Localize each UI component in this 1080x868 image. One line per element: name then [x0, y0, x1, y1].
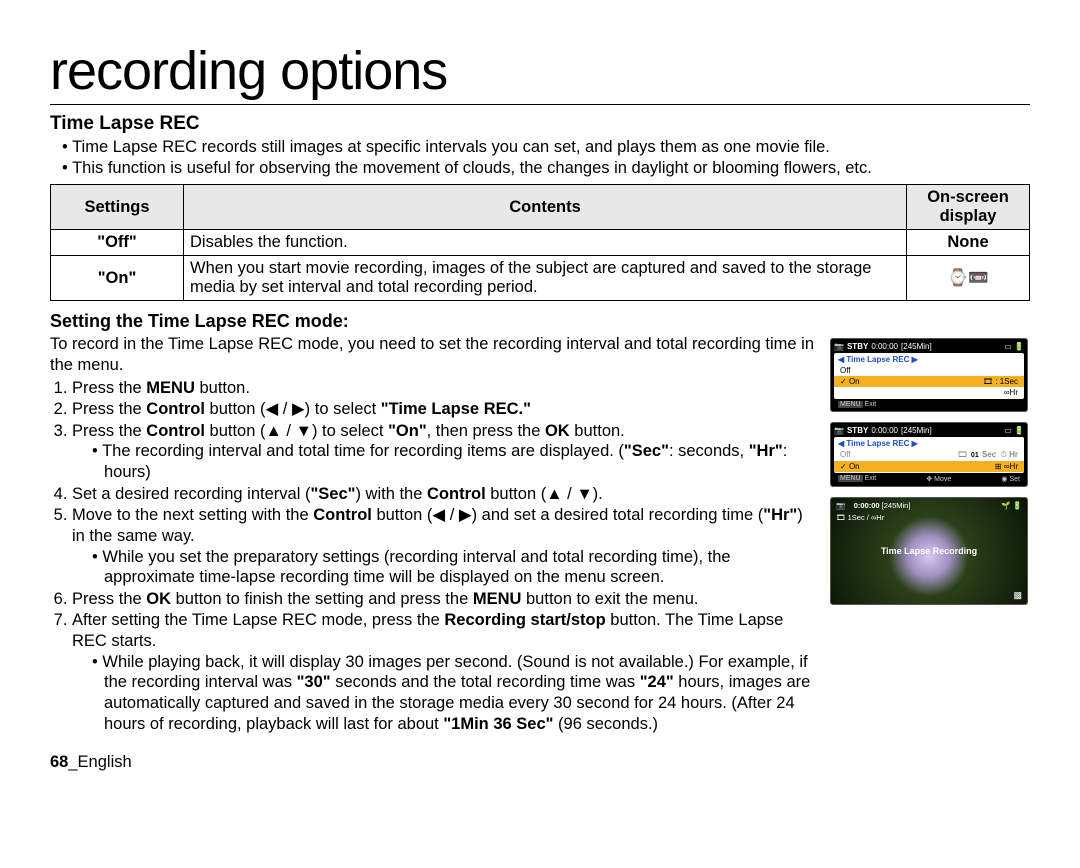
step-5-sub: While you set the preparatory settings (…	[92, 547, 818, 588]
intro-bullet-2: This function is useful for observing th…	[50, 158, 1030, 179]
step-7: After setting the Time Lapse REC mode, p…	[72, 610, 818, 734]
lcd3-center: Time Lapse Recording	[831, 546, 1027, 556]
page-title: recording options	[50, 40, 1030, 105]
lcd-screenshot-3: 📷 0:00:00 [245Min] 🌱 🔋 🎞 1Sec / ∞Hr Time…	[830, 497, 1028, 605]
cell-display-off: None	[907, 230, 1030, 256]
camera-icon: 📷	[834, 426, 844, 435]
step-1: Press the MENU button.	[72, 378, 818, 399]
lcd1-stby: STBY	[847, 342, 868, 351]
step-3-sub: The recording interval and total time fo…	[92, 441, 818, 482]
lcd2-time: 0:00:00	[871, 426, 898, 435]
step-5: Move to the next setting with the Contro…	[72, 505, 818, 588]
th-contents: Contents	[184, 185, 907, 230]
lcd1-on-row: ✓ On 🎞 : 1Sec	[834, 376, 1024, 387]
cell-contents-on: When you start movie recording, images o…	[184, 256, 907, 301]
step-3: Press the Control button (▲ / ▼) to sele…	[72, 421, 818, 483]
lcd1-off-row: Off	[834, 365, 1024, 376]
cell-setting-off: "Off"	[51, 230, 184, 256]
lcd2-stby: STBY	[847, 426, 868, 435]
th-display: On-screen display	[907, 185, 1030, 230]
intro-bullet-1: Time Lapse REC records still images at s…	[50, 137, 1030, 158]
camera-icon: 📷	[834, 342, 844, 351]
lcd-screenshot-2: 📷 STBY 0:00:00 [245Min] ▭ 🔋 ◀ Time Lapse…	[830, 422, 1028, 487]
step-2: Press the Control button (◀ / ▶) to sele…	[72, 399, 818, 420]
lcd3-time: 0:00:00	[854, 501, 880, 510]
step-4: Set a desired recording interval ("Sec")…	[72, 484, 818, 505]
lcd2-title: Time Lapse REC	[846, 439, 909, 448]
settings-table: Settings Contents On-screen display "Off…	[50, 184, 1030, 301]
step-7-sub: While playing back, it will display 30 i…	[92, 652, 818, 735]
lcd2-remain: [245Min]	[901, 426, 932, 435]
table-row: "On" When you start movie recording, ima…	[51, 256, 1030, 301]
cell-contents-off: Disables the function.	[184, 230, 907, 256]
lcd3-line2: 1Sec / ∞Hr	[848, 513, 885, 522]
steps-list: Press the MENU button. Press the Control…	[50, 378, 818, 735]
lcd2-on-row: ✓ On ⊞ ∞Hr	[834, 461, 1024, 472]
lcd2-off-row: Off 🎞 01 Sec ⏱ Hr	[834, 449, 1024, 461]
mode-intro: To record in the Time Lapse REC mode, yo…	[50, 334, 818, 375]
lcd1-remain: [245Min]	[901, 342, 932, 351]
section-title: Time Lapse REC	[50, 113, 1030, 135]
lcd1-hr-row: ∞Hr	[834, 387, 1024, 398]
th-settings: Settings	[51, 185, 184, 230]
intro-bullets: Time Lapse REC records still images at s…	[50, 137, 1030, 178]
step-6: Press the OK button to finish the settin…	[72, 589, 818, 610]
lcd-screenshots: 📷 STBY 0:00:00 [245Min] ▭ 🔋 ◀ Time Lapse…	[830, 338, 1030, 605]
lcd-screenshot-1: 📷 STBY 0:00:00 [245Min] ▭ 🔋 ◀ Time Lapse…	[830, 338, 1028, 412]
cell-display-on-icon: ⌚📼	[907, 256, 1030, 301]
table-row: "Off" Disables the function. None	[51, 230, 1030, 256]
lcd1-title: Time Lapse REC	[846, 355, 909, 364]
lcd3-remain: [245Min]	[882, 501, 911, 510]
subsection-title: Setting the Time Lapse REC mode:	[50, 311, 1030, 332]
cell-setting-on: "On"	[51, 256, 184, 301]
lcd1-time: 0:00:00	[871, 342, 898, 351]
page-footer: 68_English	[50, 753, 1030, 772]
